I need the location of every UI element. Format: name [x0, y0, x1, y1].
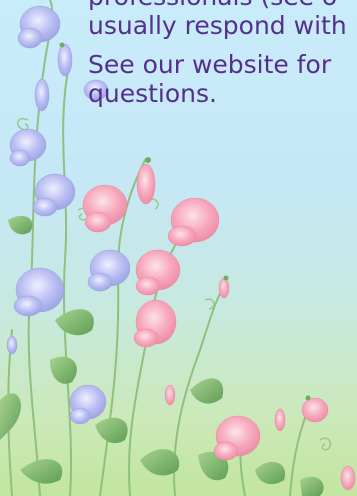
- contact-paragraph: professionals (see o usually respond wit…: [88, 0, 357, 40]
- leaves: [0, 192, 324, 496]
- paragraph-line: See our website for: [88, 50, 332, 79]
- info-text: professionals (see o usually respond wit…: [88, 0, 357, 108]
- pink-flowers: [82, 163, 356, 491]
- paragraph-line: usually respond with: [88, 11, 347, 40]
- paragraph-line: questions.: [88, 79, 217, 108]
- paragraph-line: professionals (see o: [88, 0, 337, 11]
- website-paragraph: See our website for questions.: [88, 50, 357, 108]
